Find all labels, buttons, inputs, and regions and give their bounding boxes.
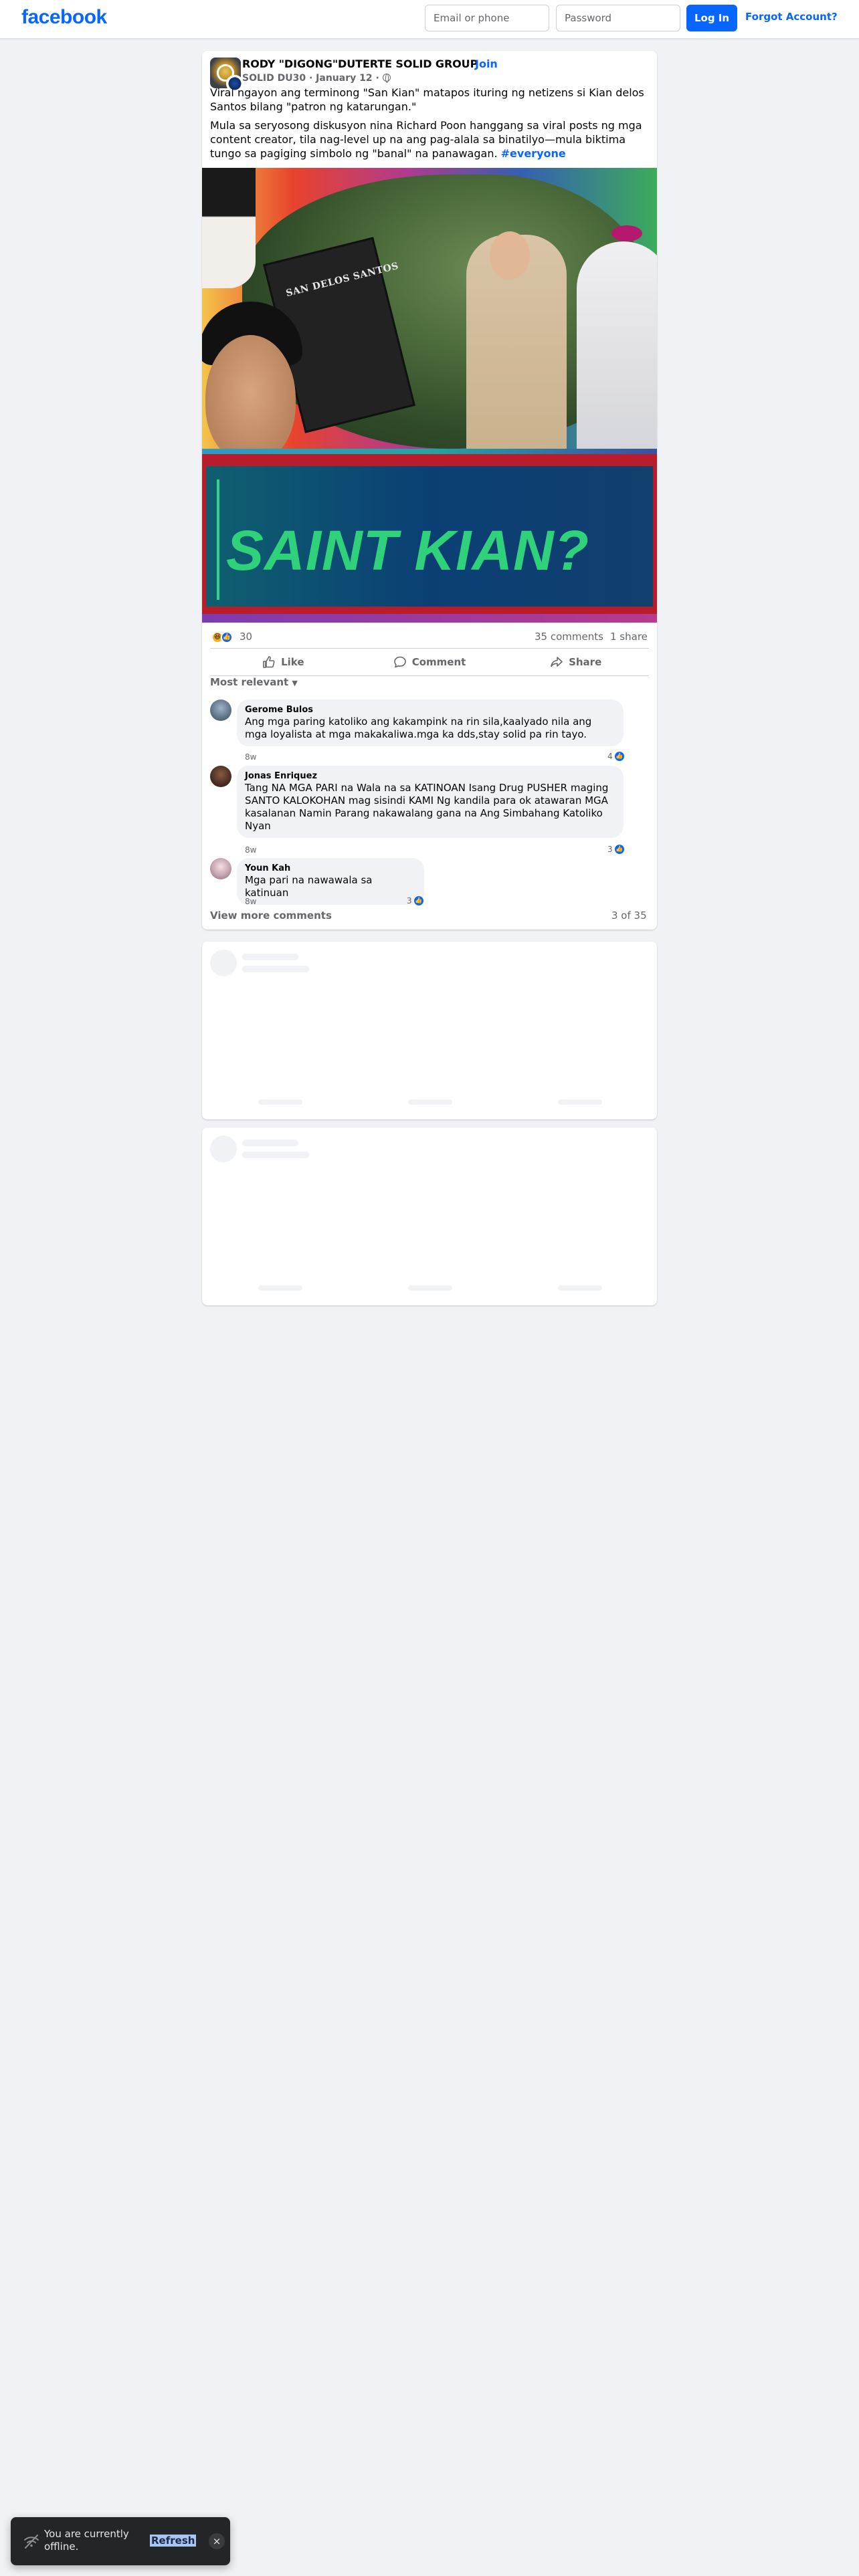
loading-post-placeholder — [202, 1128, 657, 1305]
post-actions: Like Comment Share — [210, 648, 649, 676]
like-button[interactable]: Like — [210, 649, 357, 675]
image-plaque-text: SAN DELOS SANTOS — [284, 260, 400, 300]
image-banner-panel: SAINT KIAN? — [206, 466, 653, 607]
comment-item: Gerome Bulos Ang mga paring katoliko ang… — [210, 700, 638, 766]
separator-dot: · — [308, 73, 316, 84]
comments-count[interactable]: 35 comments — [535, 631, 603, 643]
skeleton-action — [408, 1285, 452, 1291]
login-button[interactable]: Log In — [686, 5, 737, 31]
comment-time[interactable]: 8w — [245, 845, 256, 855]
view-more-comments-link[interactable]: View more comments — [210, 909, 332, 922]
comment-bubble: Jonas Enriquez Tang NA MGA PARI na Wala … — [237, 766, 624, 838]
post-card: RODY "DIGONG"DUTERTE SOLID GROUP · Join … — [202, 51, 657, 930]
close-icon[interactable]: × — [209, 2533, 225, 2549]
comment-label: Comment — [411, 656, 466, 668]
commenter-name[interactable]: Jonas Enriquez — [245, 771, 615, 782]
hashtag-link[interactable]: #everyone — [501, 147, 566, 160]
comment-item: Jonas Enriquez Tang NA MGA PARI na Wala … — [210, 766, 638, 855]
thumbs-up-icon — [263, 656, 275, 668]
image-man-face — [205, 335, 296, 462]
comment-reactions[interactable]: 4 👍 — [607, 751, 625, 762]
skeleton-line — [242, 954, 298, 960]
comment-time[interactable]: 8w — [245, 897, 256, 906]
password-field[interactable] — [556, 5, 680, 31]
facebook-logo[interactable]: facebook — [21, 6, 107, 29]
reaction-count[interactable]: 30 — [240, 631, 252, 643]
join-group-link[interactable]: Join — [475, 58, 498, 70]
image-bishop-figure — [577, 241, 657, 469]
commenter-avatar[interactable] — [210, 858, 231, 879]
reaction-icons[interactable]: 😆 👍 — [211, 631, 238, 645]
image-priest-head — [490, 231, 530, 280]
comment-text: Mga pari na nawawala sa katinuan — [245, 874, 373, 899]
like-reaction-icon: 👍 — [613, 751, 625, 762]
share-button[interactable]: Share — [502, 649, 649, 675]
skeleton-avatar — [210, 1136, 237, 1162]
comment-bubble: Gerome Bulos Ang mga paring katoliko ang… — [237, 700, 624, 746]
comment-sort-dropdown[interactable]: Most relevant ▼ — [210, 676, 298, 688]
share-arrow-icon — [551, 657, 563, 667]
loading-post-placeholder — [202, 942, 657, 1119]
skeleton-action — [558, 1285, 602, 1291]
commenter-avatar[interactable] — [210, 766, 231, 787]
like-reaction-icon: 👍 — [221, 631, 233, 643]
chevron-down-icon: ▼ — [292, 679, 298, 687]
post-image[interactable]: SAN DELOS SANTOS SAINT KIAN? — [202, 168, 657, 623]
comment-pager: 3 of 35 — [611, 909, 647, 922]
like-reaction-icon: 👍 — [613, 844, 625, 855]
post-paragraph: Mula sa seryosong diskusyon nina Richard… — [210, 118, 645, 160]
post-meta: SOLID DU30 · January 12 · — [242, 73, 391, 84]
skeleton-action — [258, 1285, 302, 1291]
email-field[interactable] — [425, 5, 549, 31]
skeleton-line — [242, 1152, 309, 1158]
comment-sort-label: Most relevant — [210, 676, 289, 688]
comment-time[interactable]: 8w — [245, 752, 256, 762]
separator-dot: · — [375, 73, 383, 84]
comment-reactions[interactable]: 3 👍 — [607, 844, 625, 855]
image-banner: SAINT KIAN? — [202, 454, 657, 623]
post-paragraph: Viral ngayon ang terminong "San Kian" ma… — [210, 86, 644, 113]
separator-dot: · — [467, 58, 471, 70]
refresh-button[interactable]: Refresh — [150, 2535, 197, 2547]
comment-like-count: 3 — [407, 896, 412, 905]
speech-bubble-icon — [393, 656, 406, 668]
commenter-avatar[interactable] — [210, 700, 231, 721]
image-woman-figure — [202, 168, 256, 288]
share-label: Share — [569, 656, 602, 668]
offline-toast: You are currently offline. Refresh × — [11, 2517, 230, 2565]
like-label: Like — [281, 656, 304, 668]
post-date[interactable]: January 12 — [316, 73, 372, 84]
image-banner-title: SAINT KIAN? — [226, 519, 589, 582]
image-bishop-cap — [611, 225, 642, 241]
image-bottom-stripe — [202, 614, 657, 623]
skeleton-line — [242, 966, 309, 972]
globe-icon — [382, 74, 391, 83]
post-paragraph-text: Mula sa seryosong diskusyon nina Richard… — [210, 119, 642, 160]
skeleton-line — [242, 1140, 298, 1146]
comment-reactions[interactable]: 3 👍 — [407, 895, 424, 906]
skeleton-avatar — [210, 950, 237, 976]
comment-button[interactable]: Comment — [357, 649, 503, 675]
forgot-account-link[interactable]: Forgot Account? — [745, 11, 838, 23]
image-banner-accent — [217, 479, 219, 600]
skeleton-action — [558, 1099, 602, 1105]
post-body: Viral ngayon ang terminong "San Kian" ma… — [210, 86, 645, 165]
comment-text: Tang NA MGA PARI na Wala na sa KATINOAN … — [245, 782, 609, 832]
wifi-off-icon — [24, 2535, 39, 2549]
commenter-name[interactable]: Gerome Bulos — [245, 705, 615, 716]
author-name[interactable]: SOLID DU30 — [242, 73, 306, 84]
commenter-name[interactable]: Youn Kah — [245, 863, 416, 874]
comment-like-count: 4 — [607, 752, 613, 761]
comment-item: Youn Kah Mga pari na nawawala sa katinua… — [210, 858, 638, 906]
comment-like-count: 3 — [607, 845, 613, 854]
comment-text: Ang mga paring katoliko ang kakampink na… — [245, 716, 592, 740]
skeleton-action — [408, 1099, 452, 1105]
skeleton-action — [258, 1099, 302, 1105]
group-name-link[interactable]: RODY "DIGONG"DUTERTE SOLID GROUP — [242, 58, 478, 70]
shares-count[interactable]: 1 share — [610, 631, 648, 643]
comment-bubble: Youn Kah Mga pari na nawawala sa katinua… — [237, 858, 424, 905]
offline-message: You are currently offline. — [44, 2528, 129, 2553]
top-nav-bar: facebook Log In Forgot Account? — [0, 0, 859, 39]
like-reaction-icon: 👍 — [413, 895, 424, 906]
